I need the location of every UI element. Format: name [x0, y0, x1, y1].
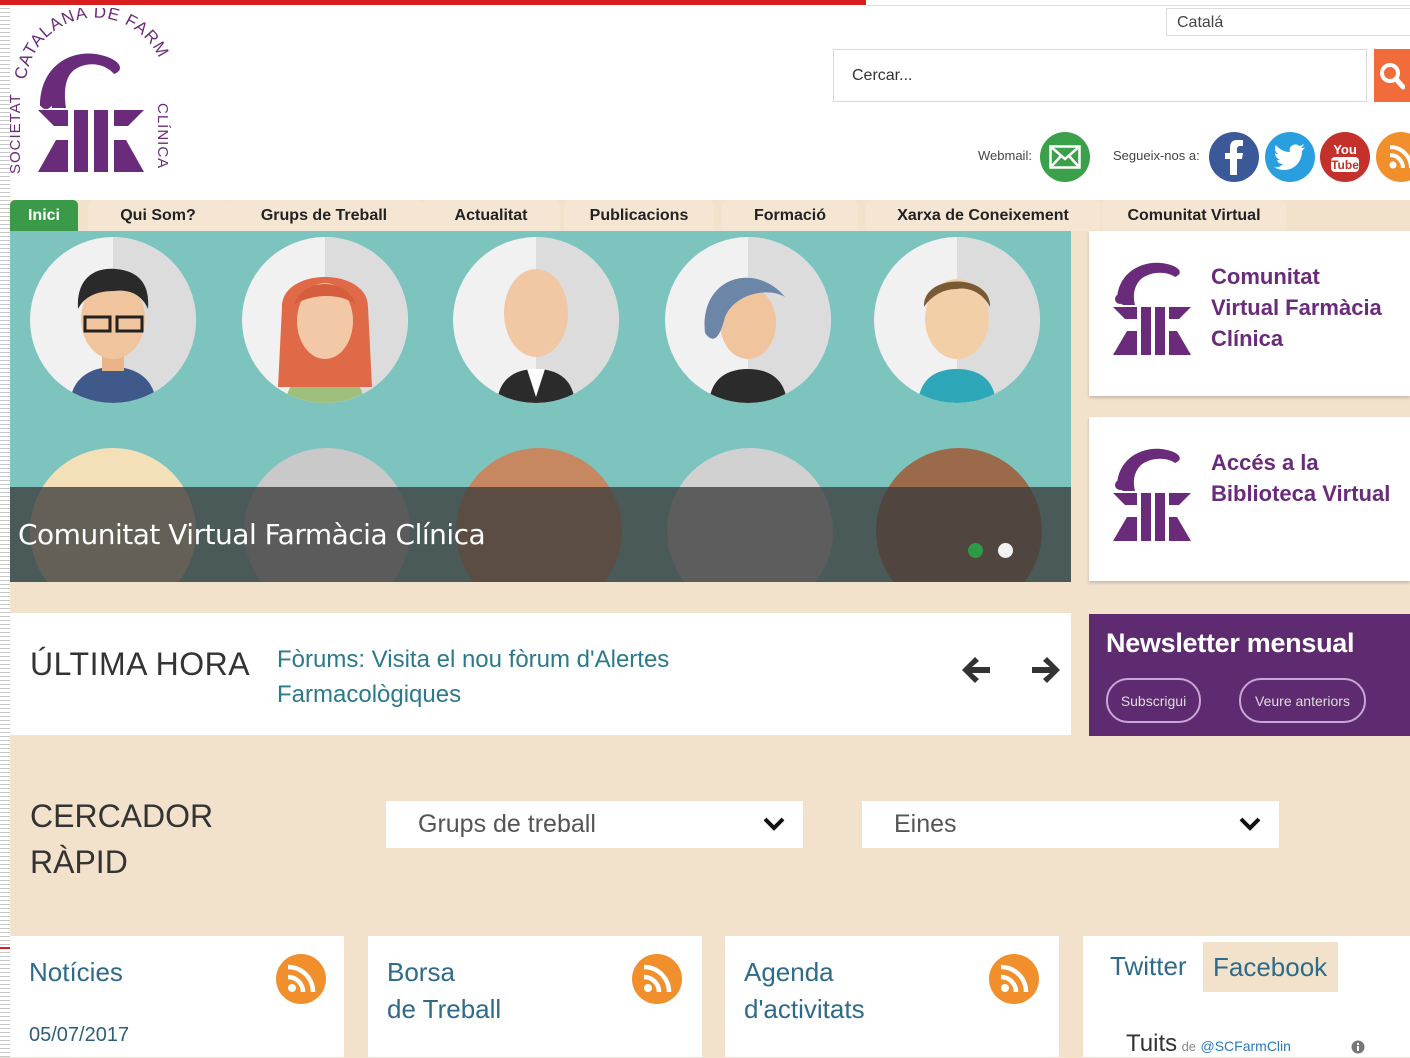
card-title[interactable]: Borsa de Treball	[387, 954, 501, 1028]
nav-item-xarxa-coneixement[interactable]: Xarxa de Coneixement	[866, 200, 1100, 231]
card-title: Accés a la Biblioteca Virtual	[1211, 450, 1391, 506]
card-social-feed: Twitter Facebook Tuits de @SCFarmClin	[1083, 936, 1410, 1057]
newsletter-title: Newsletter mensual	[1106, 628, 1355, 658]
webmail-button[interactable]	[1040, 132, 1090, 182]
avatar-illustration	[453, 237, 619, 403]
facebook-button[interactable]	[1209, 132, 1259, 182]
search-input[interactable]	[833, 49, 1367, 102]
page-progress-bar	[0, 0, 866, 5]
previous-newsletters-button[interactable]: Veure anteriors	[1239, 678, 1366, 723]
tab-facebook[interactable]: Facebook	[1203, 942, 1338, 992]
tweets-by: de	[1181, 1039, 1197, 1054]
site-logo[interactable]: CATALANA DE FARMÀCIA SOCIETAT CLÍNICA	[1, 0, 178, 178]
sfc-emblem-icon	[1113, 448, 1191, 541]
youtube-icon: You Tube	[1331, 142, 1359, 172]
tab-twitter[interactable]: Twitter	[1110, 951, 1187, 982]
svg-text:You: You	[1333, 142, 1357, 157]
avatar-illustration	[665, 237, 831, 403]
ruler-marker	[0, 947, 10, 949]
card-borsa-treball: Borsa de Treball	[368, 936, 702, 1057]
youtube-button[interactable]: You Tube	[1320, 132, 1370, 182]
arrow-right-icon[interactable]	[1030, 655, 1062, 685]
twitter-bird-icon	[1274, 144, 1305, 170]
twitter-handle-link[interactable]: @SCFarmClin	[1201, 1038, 1291, 1054]
webmail-label: Webmail:	[978, 148, 1032, 163]
card-agenda: Agenda d'activitats	[725, 936, 1059, 1057]
card-title[interactable]: Agenda d'activitats	[744, 954, 865, 1028]
rss-button[interactable]	[632, 954, 682, 1004]
rss-icon	[643, 964, 672, 993]
newsletter-box: Newsletter mensual Subscrigui Veure ante…	[1089, 614, 1410, 736]
rss-icon	[287, 964, 316, 993]
avatar-illustration	[242, 237, 408, 403]
breaking-news-bar: ÚLTIMA HORA Fòrums: Visita el nou fòrum …	[10, 613, 1071, 735]
language-selector[interactable]: Catalá	[1166, 8, 1410, 36]
arrow-left-icon[interactable]	[960, 655, 992, 685]
rss-button[interactable]	[276, 954, 326, 1004]
slider-caption[interactable]: Comunitat Virtual Farmàcia Clínica	[18, 518, 486, 551]
info-icon[interactable]	[1351, 1040, 1365, 1054]
card-title[interactable]: Notícies	[29, 954, 123, 991]
nav-item-grups-treball[interactable]: Grups de Treball	[226, 200, 422, 231]
follow-label: Segueix-nos a:	[1113, 148, 1200, 163]
slider-dot-2[interactable]	[998, 543, 1013, 558]
nav-item-comunitat-virtual[interactable]: Comunitat Virtual	[1102, 200, 1286, 231]
avatar-illustration	[30, 237, 196, 403]
select-value: Grups de treball	[418, 810, 596, 838]
chevron-down-icon	[763, 817, 785, 831]
card-noticies: Notícies 05/07/2017	[10, 936, 344, 1057]
card-comunitat-virtual[interactable]: Comunitat Virtual Farmàcia Clínica	[1089, 231, 1410, 396]
quick-search-title: CERCADOR RÀPID	[30, 798, 214, 880]
rss-icon	[1000, 964, 1029, 993]
search-icon	[1380, 62, 1405, 89]
logo-text-right: CLÍNICA	[154, 103, 171, 169]
svg-text:Tube: Tube	[1331, 158, 1359, 172]
hero-slider[interactable]: Comunitat Virtual Farmàcia Clínica	[10, 231, 1071, 582]
avatar-illustration	[874, 237, 1040, 403]
svg-text:CATALANA DE FARMÀCIA: CATALANA DE FARMÀCIA	[8, 8, 173, 81]
select-value: Eines	[894, 810, 957, 838]
breaking-news-label: ÚLTIMA HORA	[30, 646, 251, 682]
nav-item-qui-som[interactable]: Qui Som?	[88, 200, 228, 231]
tweets-label: Tuits	[1126, 1030, 1178, 1057]
select-grups-treball[interactable]: Grups de treball	[386, 801, 803, 848]
nav-item-formacio[interactable]: Formació	[722, 200, 858, 231]
header-divider	[866, 5, 1410, 6]
nav-item-inici[interactable]: Inici	[10, 200, 78, 231]
news-date: 05/07/2017	[29, 1024, 130, 1046]
facebook-icon	[1225, 140, 1243, 175]
sfc-emblem-icon	[1113, 262, 1191, 355]
select-eines[interactable]: Eines	[862, 801, 1279, 848]
nav-item-actualitat[interactable]: Actualitat	[422, 200, 560, 231]
card-biblioteca-virtual[interactable]: Accés a la Biblioteca Virtual	[1089, 417, 1410, 581]
rss-icon	[1389, 145, 1410, 169]
chevron-down-icon	[1239, 817, 1261, 831]
search-button[interactable]	[1374, 49, 1410, 102]
card-title: Comunitat Virtual Farmàcia Clínica	[1211, 264, 1382, 351]
envelope-icon	[1049, 145, 1081, 169]
logo-emblem-icon: CATALANA DE FARMÀCIA SOCIETAT CLÍNICA	[1, 0, 173, 174]
nav-item-publicacions[interactable]: Publicacions	[564, 200, 714, 231]
logo-text-left: SOCIETAT	[8, 93, 24, 174]
twitter-button[interactable]	[1265, 132, 1315, 182]
logo-text-top: CATALANA DE FARMÀCIA	[1, 0, 172, 81]
slider-dot-1[interactable]	[968, 543, 983, 558]
subscribe-button[interactable]: Subscrigui	[1106, 678, 1201, 723]
tweets-header: Tuits de @SCFarmClin	[1126, 1030, 1291, 1058]
rss-button[interactable]	[989, 954, 1039, 1004]
breaking-news-headline[interactable]: Fòrums: Visita el nou fòrum d'Alertes Fa…	[277, 642, 737, 712]
